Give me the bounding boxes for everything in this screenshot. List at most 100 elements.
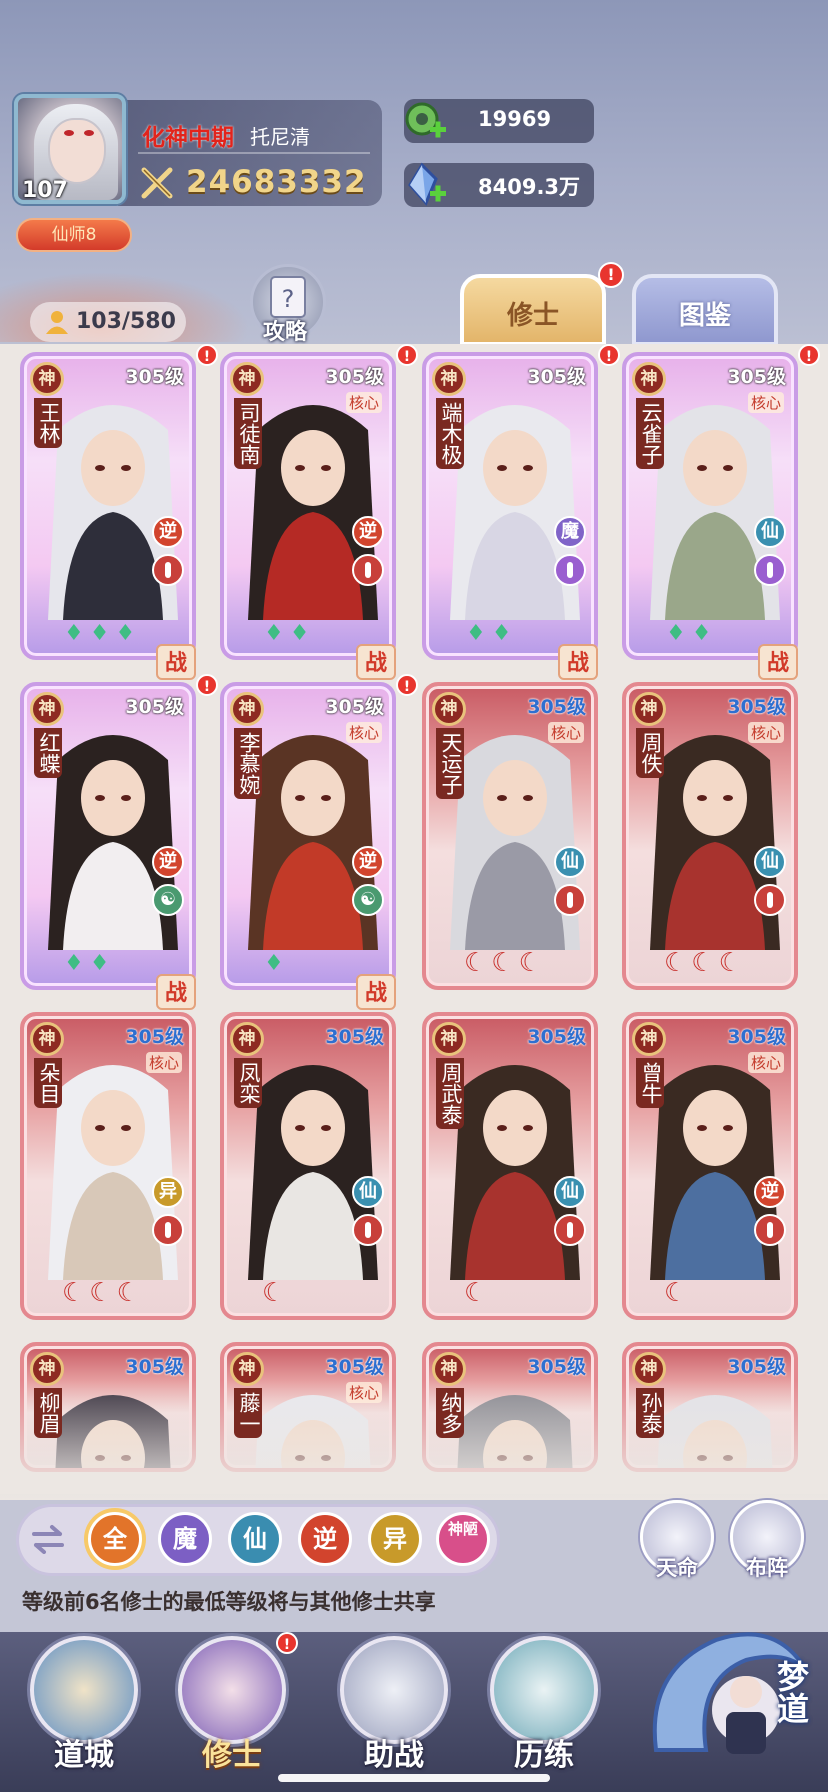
cultivator-level: 305级	[125, 366, 184, 388]
cultivator-name: 纳多	[436, 1388, 464, 1438]
cultivator-card[interactable]: 神王林 305级逆 ♦♦♦	[20, 352, 196, 660]
cultivator-card[interactable]: 神李慕婉 305级 核心逆 ☯ ♦	[220, 682, 396, 990]
nav-training-label: 历练	[514, 1738, 574, 1773]
nav-city[interactable]: 道城	[24, 1630, 144, 1780]
destiny-label: 天命	[656, 1556, 698, 1580]
divine-rank-badge: 神	[432, 692, 466, 726]
destiny-button[interactable]: 天命	[640, 1500, 714, 1590]
filter-divine[interactable]: 神陋	[436, 1512, 490, 1566]
cultivator-name: 司徒南	[234, 398, 262, 469]
filter-rebel[interactable]: 逆	[298, 1512, 352, 1566]
card-notification-badge: !	[196, 674, 218, 696]
faction-badge: 仙	[554, 846, 586, 878]
cultivator-card[interactable]: 神曾牛 305级 核心逆 ☾	[622, 1012, 798, 1320]
deployed-badge: 战	[156, 644, 196, 680]
cultivator-card[interactable]: 神司徒南 305级 核心逆 ♦♦	[220, 352, 396, 660]
cultivator-name: 孙泰	[636, 1388, 664, 1438]
nav-assist-label: 助战	[364, 1738, 424, 1773]
cultivator-portrait-icon	[178, 1636, 286, 1744]
filter-immortal[interactable]: 仙	[228, 1512, 282, 1566]
cultivator-card[interactable]: 神端木极 305级魔 ♦♦	[422, 352, 598, 660]
yin-yang-icon: ☯	[352, 884, 384, 916]
cultivator-level: 305级	[527, 1356, 586, 1378]
card-notification-badge: !	[196, 344, 218, 366]
cultivator-level: 305级	[527, 1026, 586, 1048]
faction-badge: 逆	[352, 846, 384, 878]
cultivator-card[interactable]: 神周武泰 305级仙 ☾	[422, 1012, 598, 1320]
core-tag: 核心	[345, 392, 382, 413]
attack-role-icon	[352, 554, 384, 586]
crossed-swords-icon	[141, 167, 173, 199]
deployed-badge: 战	[156, 974, 196, 1010]
star-gems: ♦♦	[666, 621, 718, 646]
nav-notification-badge: !	[276, 1632, 298, 1654]
cultivator-card[interactable]: 神凤栾 305级仙 ☾	[220, 1012, 396, 1320]
cultivator-name: 周佚	[636, 728, 664, 778]
cultivator-card[interactable]: 神天运子 305级 核心仙 ☾☾☾	[422, 682, 598, 990]
cultivator-name: 李慕婉	[234, 728, 262, 799]
spirit-crystal-icon	[408, 162, 446, 206]
avatar-face	[48, 118, 106, 184]
core-tag: 核心	[747, 1052, 784, 1073]
cultivator-level: 305级	[125, 1026, 184, 1048]
filter-all[interactable]: 全	[88, 1512, 142, 1566]
info-divider	[138, 152, 370, 154]
cultivator-name: 周武泰	[436, 1058, 464, 1129]
divine-rank-badge: 神	[230, 1352, 264, 1386]
divine-rank-badge: 神	[632, 692, 666, 726]
filter-demon[interactable]: 魔	[158, 1512, 212, 1566]
faction-badge: 仙	[554, 1176, 586, 1208]
cultivator-card[interactable]: 神云雀子 305级 核心仙 ♦♦	[622, 352, 798, 660]
swap-arrows-icon[interactable]	[30, 1524, 66, 1554]
core-tag: 核心	[145, 1052, 182, 1073]
core-tag: 核心	[747, 392, 784, 413]
core-tag: 核心	[345, 722, 382, 743]
cultivator-name: 王林	[34, 398, 62, 448]
nav-cultivators[interactable]: 修士 !	[172, 1630, 298, 1780]
formation-button[interactable]: 布阵	[730, 1500, 804, 1590]
cultivator-card[interactable]: 神红蝶 305级逆 ☯ ♦♦	[20, 682, 196, 990]
moon-stars: ☾☾☾	[664, 948, 746, 978]
cultivator-level: 305级	[527, 696, 586, 718]
yin-yang-icon: ☯	[152, 884, 184, 916]
cultivator-card[interactable]: 神朵目 305级 核心异 ☾☾☾	[20, 1012, 196, 1320]
card-notification-badge: !	[798, 344, 820, 366]
home-indicator[interactable]	[278, 1774, 550, 1782]
cultivator-level: 305级	[325, 1026, 384, 1048]
attack-role-icon	[754, 1214, 786, 1246]
crystal-value: 8409.3万	[478, 175, 581, 199]
deployed-badge: 战	[356, 974, 396, 1010]
resource-jade[interactable]: 19969	[404, 99, 594, 143]
resource-crystal[interactable]: 8409.3万	[404, 162, 594, 207]
moon-stars: ☾☾☾	[62, 1278, 144, 1308]
filter-strange[interactable]: 异	[368, 1512, 422, 1566]
nav-assist[interactable]: 助战	[334, 1630, 454, 1780]
cultivator-name: 红蝶	[34, 728, 62, 778]
nav-city-label: 道城	[54, 1738, 114, 1773]
faction-badge: 仙	[754, 846, 786, 878]
tab-codex[interactable]: 图鉴	[632, 274, 778, 346]
tab-notification-badge: !	[598, 262, 624, 288]
player-realm: 化神中期	[142, 125, 234, 151]
cultivator-level: 305级	[125, 1356, 184, 1378]
cultivator-level: 305级	[325, 1356, 384, 1378]
level-share-hint: 等级前6名修士的最低等级将与其他修士共享	[22, 1590, 436, 1614]
moon-stars: ☾☾☾	[464, 948, 546, 978]
cultivator-level: 305级	[727, 1026, 786, 1048]
strategy-label: 攻略	[263, 320, 308, 345]
divine-rank-badge: 神	[432, 1352, 466, 1386]
nav-training[interactable]: 历练	[484, 1630, 604, 1780]
cultivator-name: 端木极	[436, 398, 464, 469]
divine-rank-badge: 神	[432, 362, 466, 396]
player-title-badge[interactable]: 仙师8	[16, 218, 132, 252]
cultivator-level: 305级	[125, 696, 184, 718]
faction-badge: 逆	[152, 846, 184, 878]
attack-role-icon	[554, 1214, 586, 1246]
tab-cultivators[interactable]: 修士	[460, 274, 606, 346]
cultivator-card[interactable]: 神周佚 305级 核心仙 ☾☾☾	[622, 682, 798, 990]
mountain-icon	[490, 1636, 598, 1744]
nav-cultivators-label: 修士	[202, 1738, 262, 1773]
faction-badge: 逆	[754, 1176, 786, 1208]
cultivator-level: 305级	[325, 696, 384, 718]
divine-rank-badge: 神	[30, 1022, 64, 1056]
